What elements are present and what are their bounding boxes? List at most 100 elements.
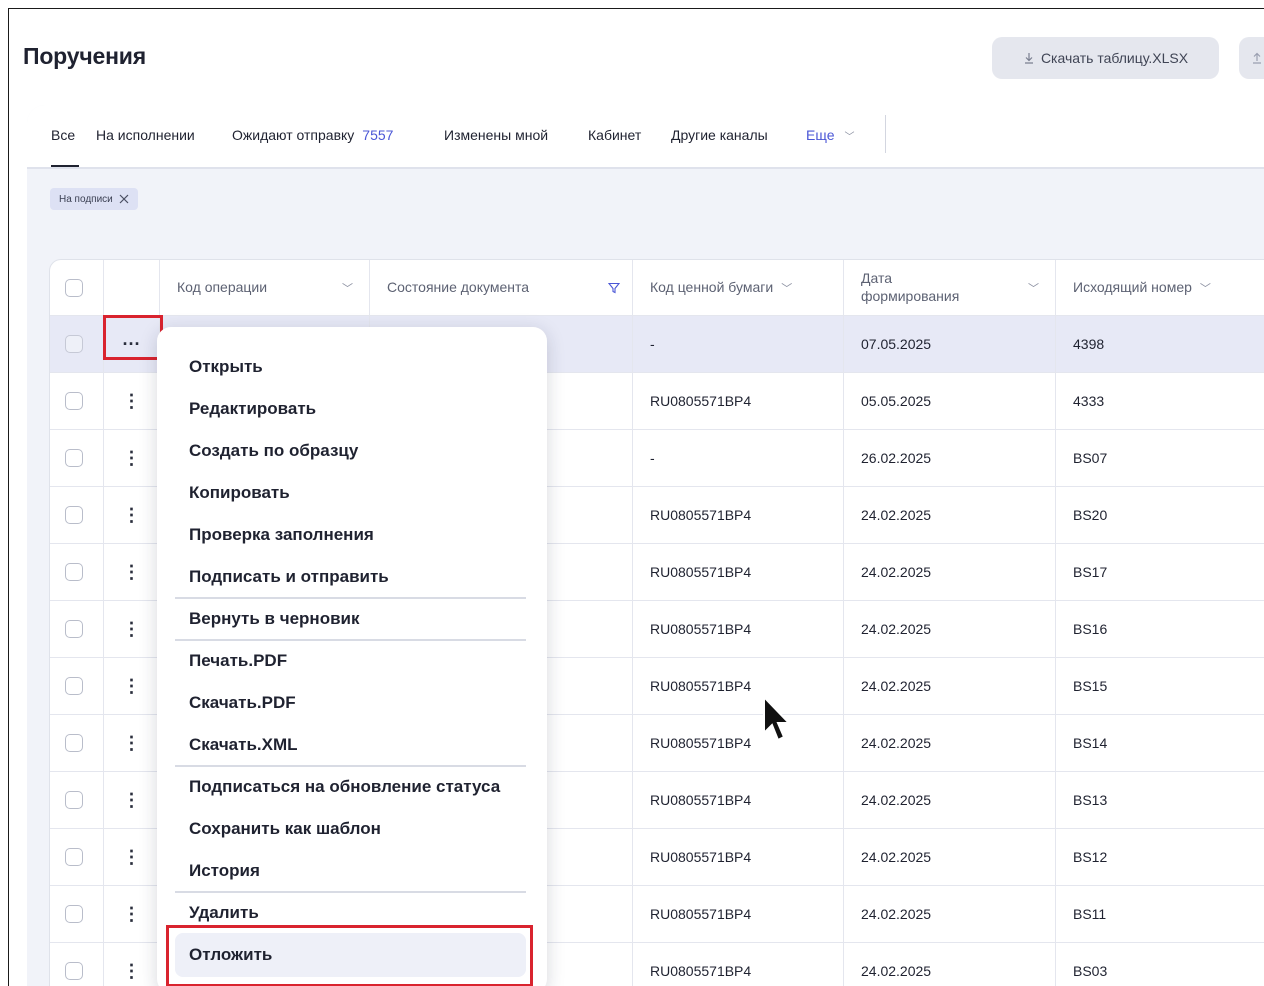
select-cell <box>50 373 104 429</box>
mouse-cursor-icon <box>763 695 792 742</box>
column-header-document-state[interactable]: Состояние документа <box>370 260 633 315</box>
filter-chip-label: На подписи <box>59 193 113 205</box>
menu-divider <box>175 639 526 641</box>
menu-divider <box>175 891 526 893</box>
outgoing-number-cell: BS12 <box>1073 849 1108 865</box>
tab-cabinet[interactable]: Кабинет <box>588 127 641 143</box>
more-vertical-icon[interactable]: ⋮ <box>123 563 141 581</box>
column-header-operation-code[interactable]: Код операции ﹀ <box>160 260 370 315</box>
column-header-label: Код операции <box>177 278 268 295</box>
select-all-checkbox[interactable] <box>65 278 83 297</box>
column-header-security-code[interactable]: Код ценной бумаги ﹀ <box>633 260 844 315</box>
select-cell <box>50 601 104 657</box>
formation-date-cell: 07.05.2025 <box>844 316 1056 372</box>
row-checkbox[interactable] <box>65 677 83 695</box>
more-vertical-icon[interactable]: ⋮ <box>123 962 141 980</box>
column-header-formation-date[interactable]: Дата формирования ﹀ <box>844 260 1056 315</box>
row-actions-cell: ⋮ <box>104 487 160 543</box>
formation-date-cell: 24.02.2025 <box>844 772 1056 828</box>
formation-date-cell: 24.02.2025 <box>844 544 1056 600</box>
security-code-cell: RU0805571BP4 <box>633 487 844 543</box>
menu-item[interactable]: История <box>189 861 260 881</box>
menu-item[interactable]: Копировать <box>189 483 290 503</box>
tab-awaiting-send[interactable]: Ожидают отправку 7557 <box>232 127 393 143</box>
tab-other-channels[interactable]: Другие каналы <box>671 127 768 143</box>
app-window: Поручения Скачать таблицу.XLSX Все На ис… <box>8 8 1264 986</box>
more-vertical-icon[interactable]: ⋮ <box>123 620 141 638</box>
more-vertical-icon[interactable]: ⋮ <box>123 506 141 524</box>
outgoing-number-cell: BS03 <box>1073 963 1108 979</box>
formation-date-cell: 24.02.2025 <box>844 715 1056 771</box>
row-actions-cell: ⋮ <box>104 373 160 429</box>
row-checkbox[interactable] <box>65 335 83 353</box>
row-actions-cell: ⋮ <box>104 658 160 714</box>
menu-item[interactable]: Открыть <box>189 357 263 377</box>
row-checkbox[interactable] <box>65 620 83 638</box>
more-actions-icon[interactable]: ··· <box>123 335 141 353</box>
menu-item[interactable]: Создать по образцу <box>189 441 358 461</box>
menu-item[interactable]: Проверка заполнения <box>189 525 374 545</box>
menu-item[interactable]: Скачать.XML <box>189 735 298 755</box>
row-checkbox[interactable] <box>65 506 83 524</box>
formation-date-cell: 24.02.2025 <box>844 943 1056 986</box>
tabs-divider <box>885 115 886 153</box>
chevron-down-icon: ﹀ <box>1199 282 1211 295</box>
row-actions-cell: ⋮ <box>104 601 160 657</box>
menu-item[interactable]: Удалить <box>189 903 259 923</box>
download-xlsx-button[interactable]: Скачать таблицу.XLSX <box>992 37 1219 79</box>
row-checkbox[interactable] <box>65 563 83 581</box>
download-xlsx-label: Скачать таблицу.XLSX <box>1040 50 1189 66</box>
select-cell <box>50 544 104 600</box>
formation-date-cell: 24.02.2025 <box>844 487 1056 543</box>
row-checkbox[interactable] <box>65 734 83 752</box>
row-checkbox[interactable] <box>65 791 83 809</box>
more-vertical-icon[interactable]: ⋮ <box>123 848 141 866</box>
menu-item[interactable]: Сохранить как шаблон <box>189 819 381 839</box>
menu-item[interactable]: Редактировать <box>189 399 316 419</box>
outgoing-number-cell: BS17 <box>1073 564 1108 580</box>
menu-item[interactable]: Отложить <box>189 945 272 965</box>
filter-icon[interactable] <box>608 282 620 294</box>
formation-date-cell: 24.02.2025 <box>844 601 1056 657</box>
security-code-cell: - <box>633 430 844 486</box>
upload-button[interactable] <box>1239 37 1264 79</box>
column-header-outgoing-number[interactable]: Исходящий номер ﹀ <box>1056 260 1264 315</box>
header-select-cell <box>50 260 104 315</box>
filter-chip[interactable]: На подписи <box>50 188 138 210</box>
formation-date-cell: 24.02.2025 <box>844 829 1056 885</box>
select-cell <box>50 487 104 543</box>
row-checkbox[interactable] <box>65 905 83 923</box>
row-checkbox[interactable] <box>65 848 83 866</box>
security-code-cell: RU0805571BP4 <box>633 829 844 885</box>
row-checkbox[interactable] <box>65 392 83 410</box>
tab-all[interactable]: Все <box>51 127 75 143</box>
menu-item[interactable]: Подписать и отправить <box>189 567 389 587</box>
more-vertical-icon[interactable]: ⋮ <box>123 449 141 467</box>
row-checkbox[interactable] <box>65 449 83 467</box>
menu-item[interactable]: Подписаться на обновление статуса <box>189 777 500 797</box>
row-actions-cell: ⋮ <box>104 886 160 942</box>
security-code-cell: RU0805571BP4 <box>633 373 844 429</box>
menu-item[interactable]: Скачать.PDF <box>189 693 296 713</box>
more-vertical-icon[interactable]: ⋮ <box>123 905 141 923</box>
row-actions-cell: ⋮ <box>104 943 160 986</box>
column-header-label: Код ценной бумаги <box>650 278 774 295</box>
menu-item[interactable]: Вернуть в черновик <box>189 609 360 629</box>
more-vertical-icon[interactable]: ⋮ <box>123 791 141 809</box>
security-code-cell: RU0805571BP4 <box>633 601 844 657</box>
active-tab-indicator <box>51 165 79 167</box>
security-code-cell: RU0805571BP4 <box>633 715 844 771</box>
menu-item[interactable]: Печать.PDF <box>189 651 287 671</box>
row-checkbox[interactable] <box>65 962 83 980</box>
outgoing-number-cell: BS13 <box>1073 792 1108 808</box>
outgoing-number-cell: 4398 <box>1073 336 1105 352</box>
more-vertical-icon[interactable]: ⋮ <box>123 734 141 752</box>
more-vertical-icon[interactable]: ⋮ <box>123 392 141 410</box>
close-icon[interactable] <box>119 194 129 204</box>
formation-date-cell: 26.02.2025 <box>844 430 1056 486</box>
tab-in-progress[interactable]: На исполнении <box>96 127 195 143</box>
more-vertical-icon[interactable]: ⋮ <box>123 677 141 695</box>
tab-changed-by-me[interactable]: Изменены мной <box>444 127 548 143</box>
formation-date-cell: 05.05.2025 <box>844 373 1056 429</box>
tabs-more-dropdown[interactable]: Еще ﹀ <box>806 127 855 143</box>
